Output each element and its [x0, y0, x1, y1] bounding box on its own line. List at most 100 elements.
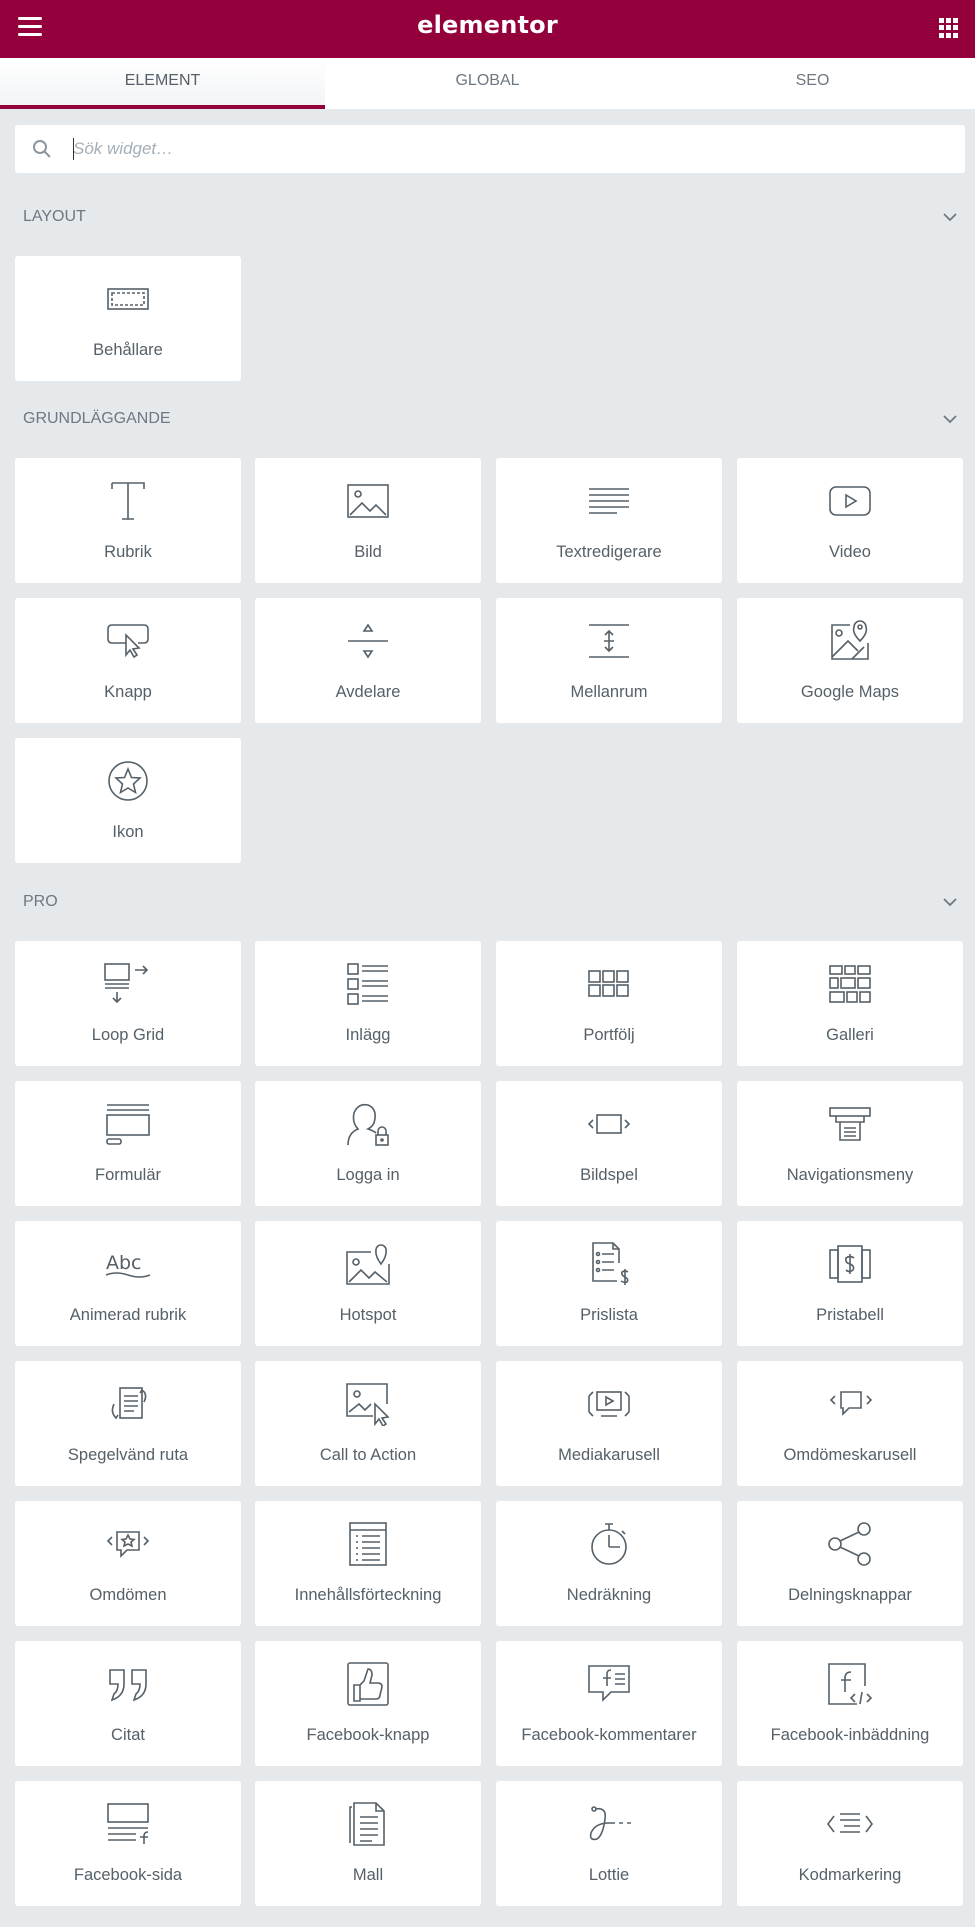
widget-tile[interactable]: Facebook-knapp — [255, 1641, 481, 1766]
widget-label: Spegelvänd ruta — [67, 1446, 189, 1464]
widget-label: Innehållsförteckning — [294, 1586, 442, 1604]
widget-tile[interactable]: Prislista — [496, 1221, 722, 1346]
widget-tile[interactable]: Formulär — [15, 1081, 241, 1206]
widget-label: Bild — [354, 543, 382, 561]
widget-tile[interactable]: Abc Animerad rubrik — [15, 1221, 241, 1346]
gallery-icon — [820, 961, 880, 1007]
widget-tile[interactable]: Hotspot — [255, 1221, 481, 1346]
widget-label: Pristabell — [816, 1306, 884, 1324]
widget-tile[interactable]: Facebook-kommentarer — [496, 1641, 722, 1766]
widget-tile[interactable]: Mellanrum — [496, 598, 722, 723]
tab-global[interactable]: GLOBAL — [325, 58, 650, 109]
panel-tabs: ELEMENT GLOBAL SEO — [0, 58, 975, 109]
category-title: PRO — [23, 893, 58, 910]
widget-label: Facebook-sida — [73, 1866, 183, 1884]
widget-label: Prislista — [580, 1306, 638, 1324]
top-bar: elementor — [0, 0, 975, 58]
widget-tile[interactable]: Call to Action — [255, 1361, 481, 1486]
widget-tile[interactable]: Inlägg — [255, 941, 481, 1066]
widget-label: Mellanrum — [570, 683, 648, 701]
widget-tile[interactable]: Nedräkning — [496, 1501, 722, 1626]
widget-tile[interactable]: Logga in — [255, 1081, 481, 1206]
widget-tile[interactable]: Loop Grid — [15, 941, 241, 1066]
flip-box-icon — [98, 1381, 158, 1427]
divider-icon — [338, 618, 398, 664]
brand-logo: elementor — [417, 11, 558, 39]
widget-tile[interactable]: Avdelare — [255, 598, 481, 723]
widget-label: Citat — [111, 1726, 145, 1744]
svg-text:Abc: Abc — [106, 1252, 142, 1274]
tab-seo[interactable]: SEO — [650, 58, 975, 109]
widget-tile[interactable]: Google Maps — [737, 598, 963, 723]
google-maps-icon — [820, 618, 880, 664]
widget-tile[interactable]: Mall — [255, 1781, 481, 1906]
widget-tile[interactable]: Behållare — [15, 256, 241, 381]
search-input[interactable] — [73, 125, 943, 173]
heading-icon — [98, 478, 158, 524]
widget-label: Call to Action — [319, 1446, 417, 1464]
widget-label: Animerad rubrik — [69, 1306, 187, 1324]
countdown-icon — [579, 1521, 639, 1567]
widget-tile[interactable]: Facebook-inbäddning — [737, 1641, 963, 1766]
widget-label: Knapp — [104, 683, 152, 701]
widget-tile[interactable]: Bildspel — [496, 1081, 722, 1206]
category-header-layout[interactable]: LAYOUT — [0, 202, 975, 232]
share-icon — [820, 1521, 880, 1567]
category-title: GRUNDLÄGGANDE — [23, 410, 171, 427]
widget-label: Galleri — [826, 1026, 874, 1044]
search-icon — [33, 140, 51, 158]
widget-label: Delningsknappar — [788, 1586, 912, 1604]
category-header-grundläggande[interactable]: GRUNDLÄGGANDE — [0, 404, 975, 434]
facebook-page-icon — [98, 1801, 158, 1847]
chevron-down-icon — [943, 898, 957, 907]
widget-tile[interactable]: Rubrik — [15, 458, 241, 583]
text-caret — [73, 138, 74, 160]
button-icon — [98, 618, 158, 664]
widget-label: Portfölj — [583, 1026, 635, 1044]
widget-tile[interactable]: Pristabell — [737, 1221, 963, 1346]
widget-label: Logga in — [336, 1166, 400, 1184]
category-header-pro[interactable]: PRO — [0, 887, 975, 917]
widget-tile[interactable]: Citat — [15, 1641, 241, 1766]
widget-label: Bildspel — [580, 1166, 638, 1184]
widget-tile[interactable]: Omdömeskarusell — [737, 1361, 963, 1486]
widget-tile[interactable]: Portfölj — [496, 941, 722, 1066]
login-icon — [338, 1101, 398, 1147]
star-icon — [98, 758, 158, 804]
widget-label: Textredigerare — [556, 543, 662, 561]
grid-icon[interactable] — [939, 18, 959, 38]
widget-tile[interactable]: Innehållsförteckning — [255, 1501, 481, 1626]
widget-label: Google Maps — [800, 683, 900, 701]
quote-icon — [98, 1661, 158, 1707]
widget-label: Navigationsmeny — [786, 1166, 914, 1184]
widget-tile[interactable]: Kodmarkering — [737, 1781, 963, 1906]
nav-menu-icon — [820, 1101, 880, 1147]
widget-tile[interactable]: Galleri — [737, 941, 963, 1066]
tab-element[interactable]: ELEMENT — [0, 58, 325, 109]
widget-tile[interactable]: Lottie — [496, 1781, 722, 1906]
widget-tile[interactable]: Textredigerare — [496, 458, 722, 583]
widget-tile[interactable]: Facebook-sida — [15, 1781, 241, 1906]
widget-tile[interactable]: Knapp — [15, 598, 241, 723]
widget-tile[interactable]: Spegelvänd ruta — [15, 1361, 241, 1486]
widget-tile[interactable]: Mediakarusell — [496, 1361, 722, 1486]
media-carousel-icon — [579, 1381, 639, 1427]
slides-icon — [579, 1101, 639, 1147]
widget-label: Nedräkning — [566, 1586, 652, 1604]
widget-label: Mall — [352, 1866, 384, 1884]
widget-label: Rubrik — [104, 543, 152, 561]
widget-label: Lottie — [588, 1866, 630, 1884]
widget-tile[interactable]: Ikon — [15, 738, 241, 863]
widget-tile[interactable]: Delningsknappar — [737, 1501, 963, 1626]
widget-tile[interactable]: Bild — [255, 458, 481, 583]
widget-tile[interactable]: Omdömen — [15, 1501, 241, 1626]
search-box — [15, 125, 965, 173]
widget-tile[interactable]: Navigationsmeny — [737, 1081, 963, 1206]
widget-tile[interactable]: Video — [737, 458, 963, 583]
widget-label: Facebook-inbäddning — [770, 1726, 930, 1744]
image-icon — [338, 478, 398, 524]
code-highlight-icon — [820, 1801, 880, 1847]
widget-label: Facebook-kommentarer — [521, 1726, 697, 1744]
chevron-down-icon — [943, 415, 957, 424]
widget-label: Video — [829, 543, 871, 561]
